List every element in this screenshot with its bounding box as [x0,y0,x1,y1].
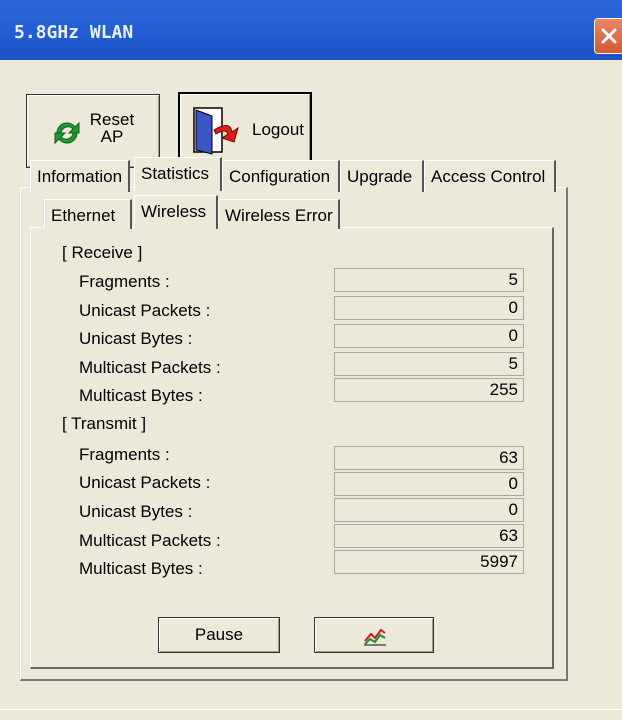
reset-label-line1: Reset [89,110,135,129]
tab-configuration[interactable]: Configuration [222,160,340,192]
reset-label-line2: AP [100,127,124,146]
transmit-unicast-packets-value: 0 [334,472,524,496]
door-icon [193,107,239,155]
window-title: 5.8GHz WLAN [14,22,134,43]
tab-information[interactable]: Information [30,160,130,192]
tab-statistics[interactable]: Statistics [134,157,222,191]
receive-fragments-label: Fragments : [79,272,170,291]
tab-upgrade[interactable]: Upgrade [340,160,424,192]
receive-multicast-bytes-value: 255 [334,378,524,402]
receive-unicast-packets-label: Unicast Packets : [79,301,211,320]
receive-multicast-bytes-label: Multicast Bytes : [79,386,203,405]
chart-button[interactable] [314,617,434,653]
chart-icon [364,628,386,646]
transmit-unicast-packets-label: Unicast Packets : [79,473,211,492]
receive-unicast-packets-value: 0 [334,296,524,320]
tab-ethernet[interactable]: Ethernet [44,199,132,229]
receive-multicast-packets-value: 5 [334,352,524,376]
transmit-multicast-packets-label: Multicast Packets : [79,531,221,550]
transmit-fragments-label: Fragments : [79,445,170,464]
refresh-icon [54,121,80,145]
receive-fragments-value: 5 [334,268,524,292]
transmit-unicast-bytes-value: 0 [334,498,524,522]
title-bar: 5.8GHz WLAN [0,0,622,60]
transmit-multicast-bytes-value: 5997 [334,550,524,574]
close-icon [601,28,617,44]
receive-heading: [ Receive ] [62,243,143,262]
transmit-multicast-bytes-label: Multicast Bytes : [79,559,203,578]
receive-unicast-bytes-label: Unicast Bytes : [79,329,193,348]
transmit-unicast-bytes-label: Unicast Bytes : [79,502,193,521]
pause-button[interactable]: Pause [158,617,280,653]
tab-wireless-error[interactable]: Wireless Error [218,199,340,229]
tab-wireless[interactable]: Wireless [134,195,218,229]
logout-label: Logout [252,120,304,139]
receive-multicast-packets-label: Multicast Packets : [79,358,221,377]
close-button[interactable] [594,18,622,54]
tab-access-control[interactable]: Access Control [424,160,556,192]
transmit-fragments-value: 63 [334,446,524,470]
transmit-heading: [ Transmit ] [62,414,147,433]
transmit-multicast-packets-value: 63 [334,524,524,548]
receive-unicast-bytes-value: 0 [334,324,524,348]
